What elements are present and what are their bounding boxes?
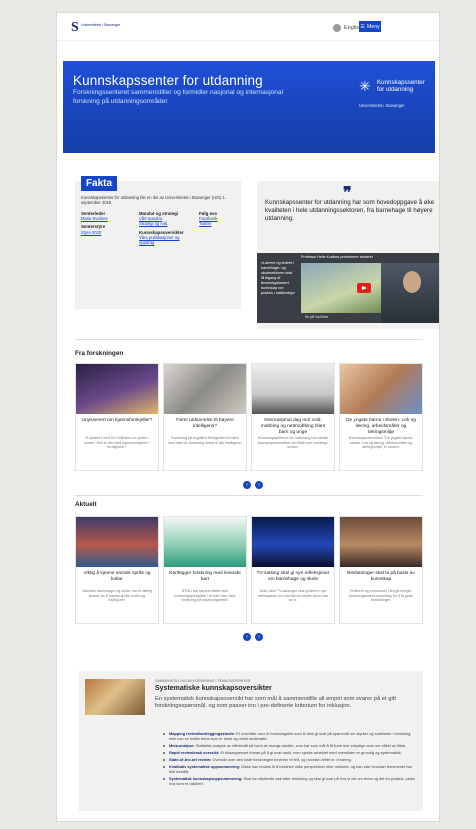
card-desc: Samiske barnehager og skoler har et særl… (82, 589, 152, 603)
card-aktuelt-1[interactable]: Viktig å kjenne samisk språk og kultur S… (75, 516, 159, 624)
language-switch[interactable]: English (333, 22, 362, 33)
list-item-term: Meta-analyse: (169, 743, 195, 748)
menu-button[interactable]: ☰ Meny (359, 21, 381, 32)
strategi-link[interactable]: Strategi og mål (139, 221, 195, 226)
library-image (85, 679, 145, 715)
divider (75, 339, 423, 340)
card-aktuelt-4[interactable]: Beslutninger skal ta på basis av kunnska… (339, 516, 423, 624)
globe-icon (333, 23, 341, 32)
card-desc: Forskning på kognitive ferdigheter fra u… (168, 436, 242, 445)
list-item-text: Statistisk analyse av effektmål på tvers… (195, 743, 407, 748)
list-item: State-of-the-art review: Oversikt over d… (163, 757, 417, 762)
card-forskning-2[interactable]: Fører utdannelse til høyere intelligens?… (163, 363, 247, 471)
hamburger-icon: ☰ (360, 23, 365, 30)
card-title: Beslutninger skal ta på basis av kunnska… (347, 571, 415, 582)
list-item: Meta-analyse: Statistisk analyse av effe… (163, 743, 417, 748)
systematisk-kicker: SAMMENSTILLING AV FORSKNING I TEMAOVERSI… (155, 679, 251, 683)
youtube-link[interactable]: Se på YouTube (305, 315, 328, 319)
card-title: Internasjonal dag mot vold, mobbing og n… (260, 418, 326, 435)
card-aktuelt-2[interactable]: Kartlegger forskning med levende kart NT… (163, 516, 247, 624)
senterstyre-link[interactable]: Styre 2020 (81, 230, 127, 235)
senterleder-link[interactable]: Marie Kvalnes (81, 216, 127, 221)
logo-text: Universitetet i Stavanger (81, 23, 121, 27)
card-title: Kartlegger forskning med levende kart (169, 571, 241, 582)
card-image (252, 517, 334, 567)
list-item-term: Rapid review/rask oversikt: (169, 750, 220, 755)
menu-label: Meny (366, 23, 380, 30)
twitter-link[interactable]: Twitter (199, 221, 237, 226)
card-forskning-1[interactable]: Unyssenert om kjønnsforskjeller? Vi snak… (75, 363, 159, 471)
card-title: De yngste barna i skolen: Lek og læring,… (346, 418, 416, 435)
card-image (164, 517, 246, 567)
hero-subtitle: Forskningssenteret sammenstiller og form… (73, 89, 284, 105)
video-overlay-text: «Lærere og ledere i barnehage- og skoles… (261, 261, 295, 295)
list-item: Mapping review/kartleggingsstudie: Et ov… (163, 731, 417, 741)
aktuelt-heading: Aktuelt (75, 501, 97, 508)
card-image (76, 517, 158, 567)
card-desc: Kunnskapssenteret for utdanning har saml… (257, 436, 329, 450)
systematisk-box: SAMMENSTILLING AV FORSKNING I TEMAOVERSI… (79, 671, 423, 811)
hero-banner: Kunnskapssenter for utdanning Forsknings… (63, 61, 435, 153)
fakta-intro: Kunnskapssenter for utdanning ble en del… (81, 195, 227, 206)
quote-box: ❞ Kunnskapssenter for utdanning har som … (257, 181, 439, 329)
fakta-title: Fakta (81, 176, 117, 191)
oversikter-link[interactable]: Våre publikasjoner og oppdrag (139, 235, 195, 245)
carousel-prev-button[interactable]: ‹ (243, 633, 251, 641)
uis-logo[interactable]: S Universitetet i Stavanger (71, 21, 131, 35)
card-title: Unyssenert om kjønnsforskjeller? (81, 418, 153, 423)
fakta-column-2: Mandat og strategi Vårt mandat Strategi … (139, 211, 195, 248)
fakta-column-3: Følg oss Facebook Twitter (199, 211, 237, 230)
card-forskning-3[interactable]: Internasjonal dag mot vold, mobbing og n… (251, 363, 335, 471)
card-image (76, 364, 158, 414)
card-title: Viktig å kjenne samisk språk og kultur (83, 571, 151, 582)
card-title: TV-satsing skal gi nye refleksjoner om b… (256, 571, 330, 582)
snowflake-logo-icon: ✳ (359, 78, 371, 94)
list-item-text: Et tidsavgrenset forsøk på å gi svar ras… (220, 750, 402, 755)
speaker-head (403, 271, 421, 293)
center-logo: ✳ Kunnskapssenter for utdanning Universi… (359, 77, 431, 111)
page-title: Kunnskapssenter for utdanning (73, 73, 263, 88)
uis-logo-mark-icon: S (71, 20, 79, 35)
card-image (164, 364, 246, 414)
list-item: Kvalitativ systematisk oppsummering: Dis… (163, 764, 417, 774)
play-icon[interactable] (357, 283, 371, 293)
center-logo-name: Kunnskapssenter for utdanning (377, 79, 425, 93)
page-background: S Universitetet i Stavanger English ☰ Me… (0, 0, 476, 829)
fakta-column-1: Senterleder Marie Kvalnes Senterstyre St… (81, 211, 127, 238)
card-desc: Kunnskapsoversikten "De yngste barna i s… (348, 436, 414, 450)
card-aktuelt-3[interactable]: TV-satsing skal gi nye refleksjoner om b… (251, 516, 335, 624)
card-forskning-4[interactable]: De yngste barna i skolen: Lek og læring,… (339, 363, 423, 471)
card-desc: Ulike ulike TV-satsinger skal gi lærere … (258, 589, 328, 603)
list-item: Systematisk kunnskapsoppsummering: Skal … (163, 776, 417, 786)
center-logo-university: Universitetet i Stavanger (359, 103, 405, 108)
card-image (340, 517, 422, 567)
card-image (252, 364, 334, 414)
card-desc: Vi snakket med Teri Williams om gutter i… (84, 436, 150, 450)
carousel-prev-button[interactable]: ‹ (243, 481, 251, 489)
fakta-box: Fakta Kunnskapssenter for utdanning ble … (75, 176, 241, 309)
web-page: S Universitetet i Stavanger English ☰ Me… (56, 12, 440, 822)
quote-text: Kunnskapssenter for utdanning har som ho… (265, 199, 435, 222)
list-item: Rapid review/rask oversikt: Et tidsavgre… (163, 750, 417, 755)
carousel-next-button[interactable]: › (255, 481, 263, 489)
divider (75, 495, 423, 496)
card-desc: Rektorer og kommuner i Norge trenger for… (349, 589, 413, 603)
site-header: S Universitetet i Stavanger English ☰ Me… (57, 13, 439, 41)
carousel-next-button[interactable]: › (255, 633, 263, 641)
card-desc: NTNU har sammenfattet sine forskningspro… (174, 589, 236, 603)
systematisk-lead: En systematisk kunnskapsoversikt har som… (155, 696, 396, 710)
card-title: Fører utdannelse til høyere intelligens? (176, 418, 234, 429)
card-image (340, 364, 422, 414)
video-player[interactable]: «Lærere og ledere i barnehage- og skoles… (257, 253, 439, 323)
video-title: Professor Helle Kvalnes presenterer sent… (301, 255, 373, 259)
list-item-text: Oversikt over den siste forskningen inne… (212, 757, 352, 762)
systematisk-title: Systematiske kunnskapsoversikter (155, 685, 272, 692)
list-item-term: State-of-the-art review: (169, 757, 212, 762)
forskning-heading: Fra forskningen (75, 350, 124, 357)
systematisk-list: Mapping review/kartleggingsstudie: Et ov… (163, 731, 417, 788)
